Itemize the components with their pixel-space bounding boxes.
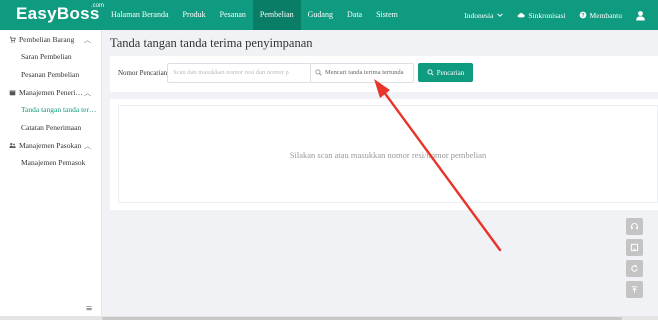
sidebar-item-purchase-orders[interactable]: Pesanan Pembelian — [0, 66, 101, 84]
result-panel: Silakan scan atau masukkan nomor resi/no… — [110, 99, 658, 210]
main-nav: Halaman Beranda Produk Pesanan Pembelian… — [104, 0, 405, 30]
svg-text:?: ? — [581, 13, 584, 19]
chevron-up-icon: ︿ — [84, 142, 91, 150]
cart-icon — [9, 36, 16, 43]
help-button[interactable]: ? Membantu — [579, 10, 623, 20]
menu-collapse-icon[interactable]: ≡ — [86, 303, 92, 315]
user-icon — [636, 10, 645, 20]
sidebar-group-receiving[interactable]: Manajemen Peneri… ︿ — [0, 84, 101, 101]
sidebar: Pembelian Barang ︿ Saran Pembelian Pesan… — [0, 30, 102, 320]
search-mode-select[interactable]: Mencari tanda terima tertunda — [310, 63, 414, 83]
top-navbar: EasyBoss .com Halaman Beranda Produk Pes… — [0, 0, 658, 30]
customer-service-button[interactable] — [626, 218, 643, 235]
refresh-button[interactable] — [626, 260, 643, 277]
search-button-label: Pencarian — [436, 68, 465, 77]
logo-suffix: .com — [91, 3, 105, 9]
sidebar-group-label: Manajemen Peneri… — [19, 88, 83, 97]
back-to-top-button[interactable] — [626, 281, 643, 298]
cloud-sync-icon — [518, 13, 526, 18]
book-icon — [630, 243, 639, 252]
user-menu[interactable] — [635, 10, 646, 21]
help-icon: ? — [579, 11, 586, 19]
top-right-actions: Indonesia Sinkronisasi ? Membantu — [464, 0, 646, 30]
search-label: Nomor Pencarian — [118, 69, 168, 77]
logo[interactable]: EasyBoss — [16, 4, 100, 24]
supplier-icon — [9, 142, 16, 148]
nav-item-home[interactable]: Halaman Beranda — [104, 0, 176, 30]
sidebar-group-supply[interactable]: Manajemen Pasokan ︿ — [0, 137, 101, 154]
nav-item-warehouse[interactable]: Gudang — [301, 0, 340, 30]
upload-icon — [631, 286, 638, 293]
nav-item-data[interactable]: Data — [340, 0, 369, 30]
chevron-up-icon: ︿ — [84, 36, 91, 44]
search-input[interactable]: Scan dan masukkan nomor resi dan nomor p — [167, 63, 311, 83]
nav-item-purchasing[interactable]: Pembelian — [252, 0, 301, 30]
sync-label: Sinkronisasi — [528, 10, 566, 20]
nav-item-products[interactable]: Produk — [176, 0, 213, 30]
empty-state: Silakan scan atau masukkan nomor resi/no… — [118, 105, 658, 203]
box-icon — [9, 90, 16, 96]
page-title: Tanda tangan tanda terima penyimpanan — [110, 36, 313, 50]
sync-button[interactable]: Sinkronisasi — [517, 10, 566, 20]
search-button[interactable]: Pencarian — [418, 63, 473, 82]
guide-button[interactable] — [626, 239, 643, 256]
search-icon — [427, 69, 434, 76]
refresh-icon — [631, 264, 638, 272]
sidebar-item-purchase-suggestion[interactable]: Saran Pembelian — [0, 48, 101, 66]
sidebar-group-purchasing[interactable]: Pembelian Barang ︿ — [0, 31, 101, 48]
chevron-up-icon: ︿ — [84, 89, 91, 97]
horizontal-scrollbar[interactable] — [0, 316, 658, 320]
sidebar-group-label: Pembelian Barang — [19, 35, 75, 44]
language-selector[interactable]: Indonesia — [464, 11, 504, 20]
headset-icon — [631, 223, 638, 230]
sidebar-group-label: Manajemen Pasokan — [19, 141, 82, 150]
search-icon — [315, 69, 322, 76]
search-mode-value: Mencari tanda terima tertunda — [325, 69, 404, 76]
help-label: Membantu — [589, 10, 623, 20]
empty-state-message: Silakan scan atau masukkan nomor resi/no… — [289, 150, 487, 160]
search-panel: Nomor Pencarian Scan dan masukkan nomor … — [110, 56, 658, 92]
floating-toolbar — [626, 218, 644, 302]
language-label: Indonesia — [464, 10, 494, 20]
chevron-down-icon — [497, 13, 504, 17]
sidebar-item-supplier-management[interactable]: Manajemen Pemasok — [0, 154, 101, 172]
sidebar-item-receipt-records[interactable]: Catatan Penerimaan — [0, 119, 101, 137]
sidebar-item-receipt-signing[interactable]: Tanda tangan tanda ter… — [0, 101, 101, 119]
nav-item-system[interactable]: Sistem — [369, 0, 405, 30]
nav-item-orders[interactable]: Pesanan — [213, 0, 253, 30]
